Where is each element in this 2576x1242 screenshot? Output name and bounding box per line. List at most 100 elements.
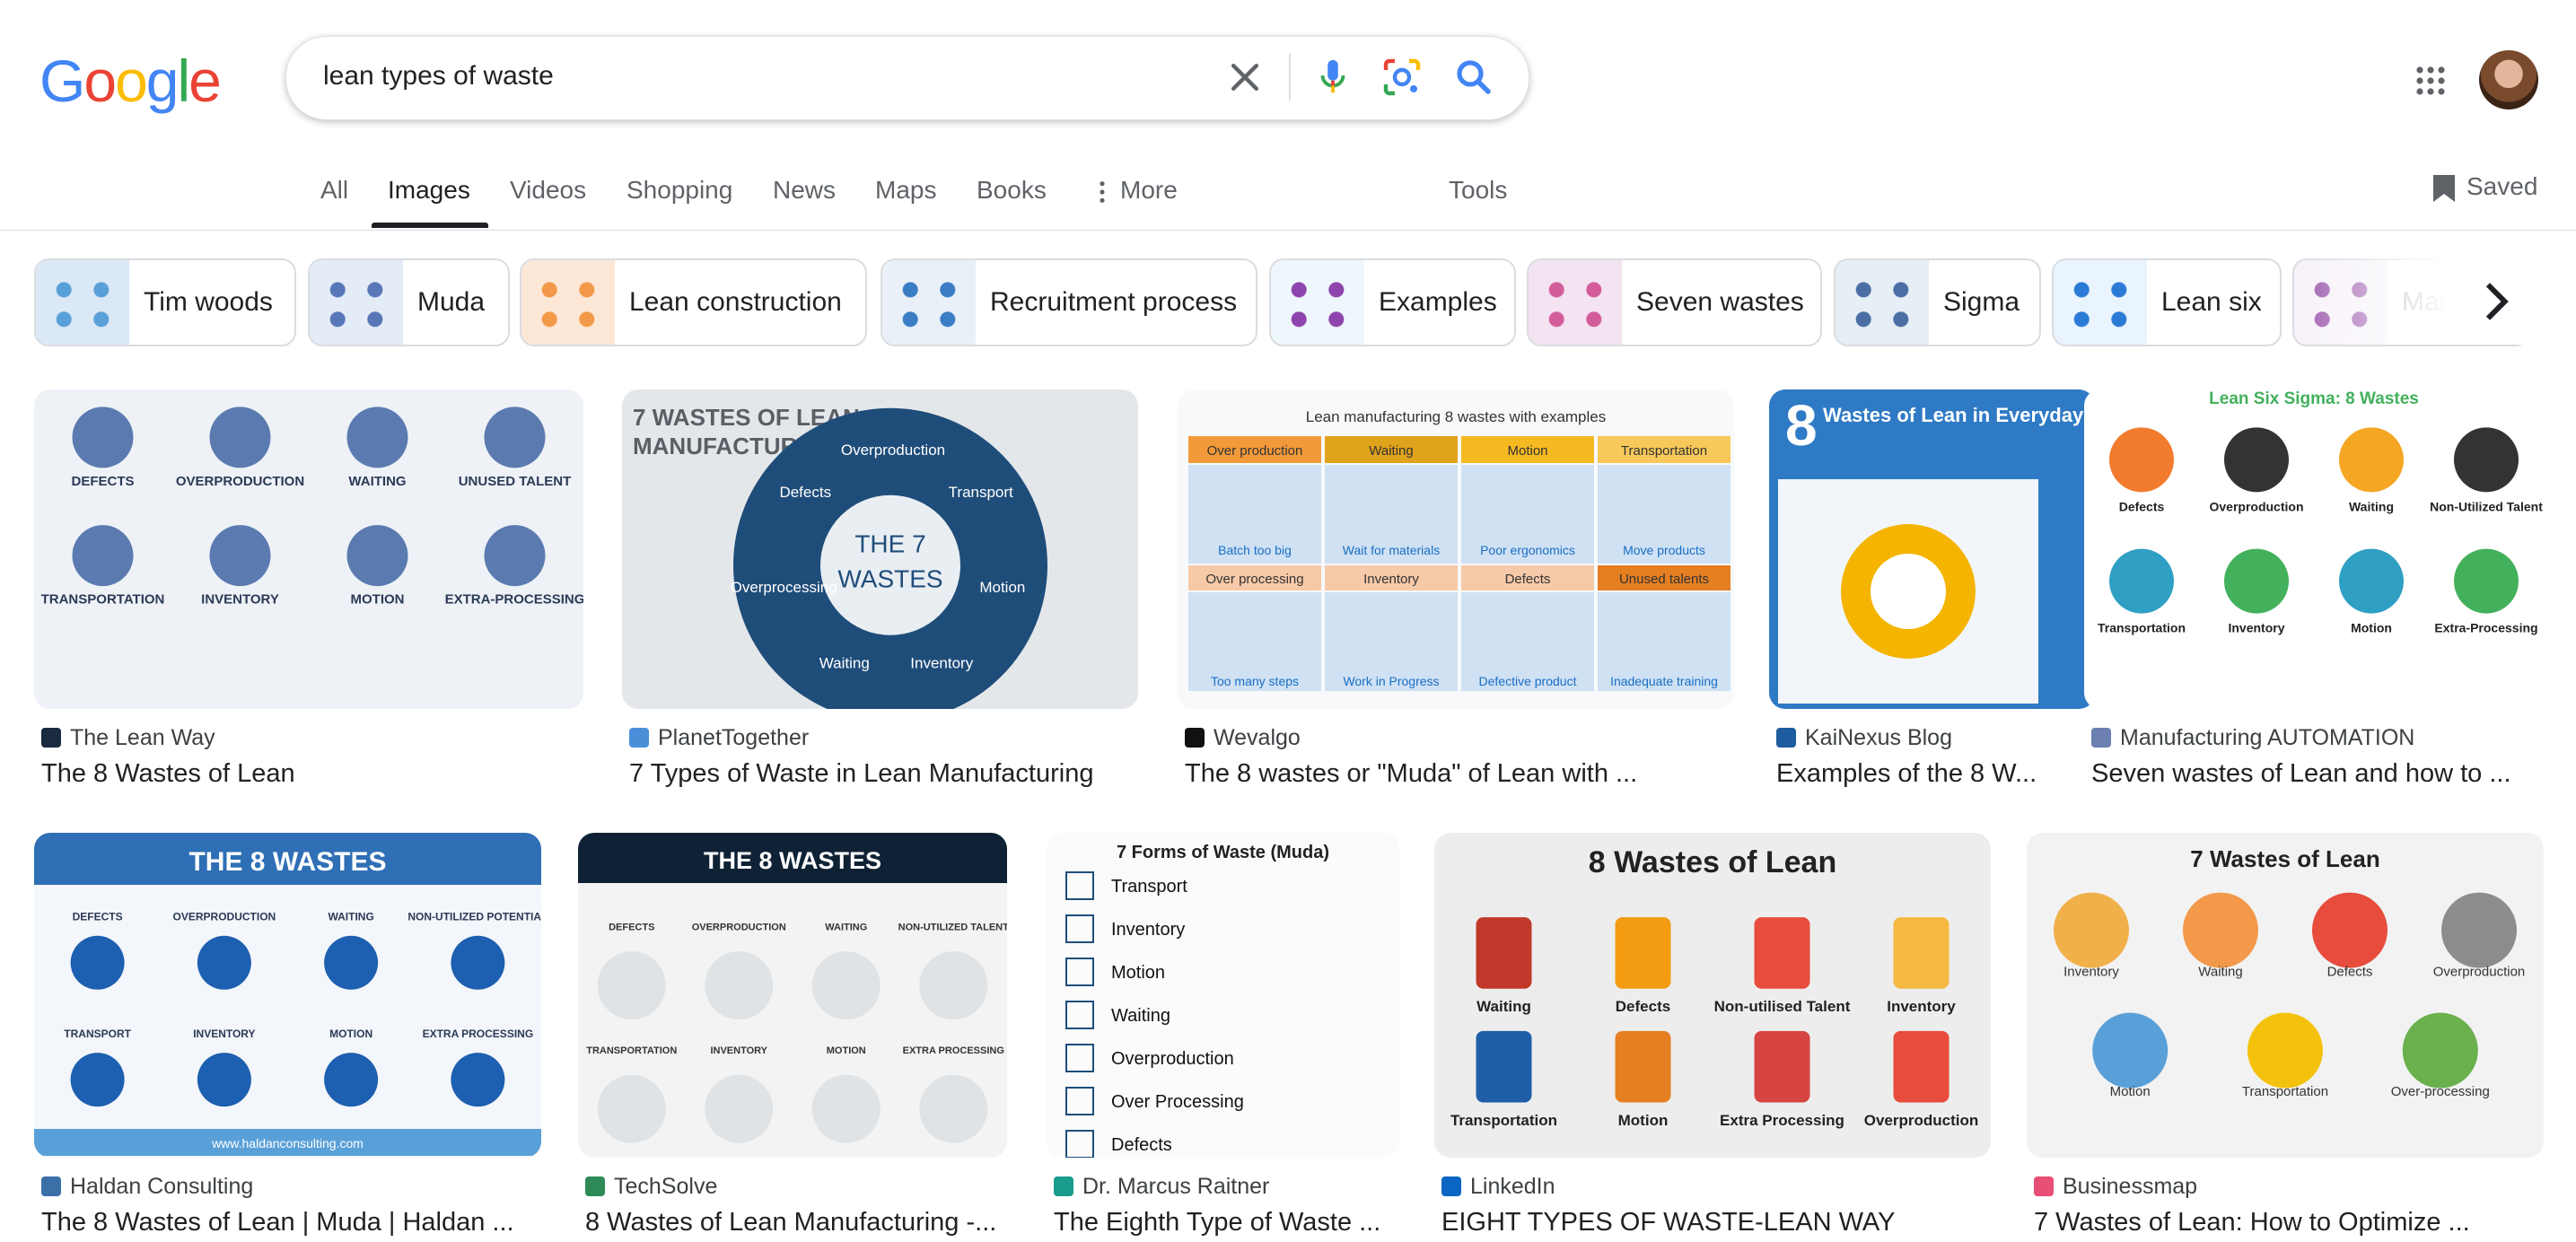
infographic-heading: THE 8 WASTES (188, 847, 386, 877)
google-logo[interactable]: Google (39, 47, 222, 115)
result-thumbnail[interactable]: 8 Wastes of Lean Waiting Defects Non-utilis… (1434, 833, 1991, 1158)
tab-maps[interactable]: Maps (875, 176, 936, 205)
related-search-chip[interactable]: Lean construction (520, 258, 867, 346)
tab-all[interactable]: All (320, 176, 348, 205)
more-vert-icon[interactable] (1097, 179, 1108, 205)
search-icon[interactable] (1452, 56, 1495, 99)
infographic-label: INVENTORY (201, 592, 279, 608)
source-name: The Lean Way (70, 725, 215, 750)
source-name: Dr. Marcus Raitner (1082, 1174, 1270, 1199)
logo-letter: g (145, 48, 180, 114)
infographic-label: Motion (979, 579, 1025, 596)
chip-thumbnail (2054, 260, 2147, 345)
infographic-example: Wait for materials (1343, 543, 1440, 557)
result-source[interactable]: LinkedIn (1441, 1174, 1555, 1200)
infographic-label: MOTION (329, 1028, 372, 1040)
search-input[interactable]: lean types of waste (323, 61, 554, 92)
result-thumbnail[interactable]: THE 8 WASTES DEFECTS OVERPRODUCTION WAITING… (578, 833, 1007, 1158)
related-search-chip[interactable]: Recruitment process (881, 258, 1257, 346)
infographic-label: Defects (1616, 998, 1670, 1015)
infographic-label: Defects (2119, 499, 2165, 513)
infographic-row: Over Processing (1111, 1092, 1244, 1112)
result-title[interactable]: 7 Types of Waste in Lean Manufacturing (629, 759, 1093, 789)
result-title[interactable]: Examples of the 8 W... (1776, 759, 2037, 789)
thumbnail-graphic: 7 Forms of Waste (Muda) Transport Inventor… (1047, 833, 1399, 1158)
tab-images[interactable]: Images (388, 176, 470, 205)
result-thumbnail[interactable]: 7 Wastes of Lean Inventory Waiting Defects O… (2027, 833, 2544, 1158)
infographic-label: Overproduction (2209, 499, 2303, 513)
related-search-chip[interactable]: Muda (308, 258, 510, 346)
google-lens-icon[interactable] (1380, 56, 1424, 99)
infographic-label: Inventory (910, 655, 973, 672)
infographic-label: Over production (1207, 443, 1303, 459)
account-avatar[interactable] (2479, 50, 2538, 109)
result-thumbnail[interactable]: 8 Wastes of Lean in Everyday Life (1769, 389, 2095, 709)
result-title[interactable]: 7 Wastes of Lean: How to Optimize ... (2034, 1208, 2470, 1238)
infographic-label: MOTION (827, 1045, 866, 1056)
clear-icon[interactable] (1225, 57, 1265, 97)
infographic-label: Over-processing (2391, 1084, 2490, 1099)
result-source[interactable]: Manufacturing AUTOMATION (2091, 725, 2414, 751)
infographic-label: Overproduction (841, 442, 945, 459)
tab-news[interactable]: News (773, 176, 836, 205)
related-search-chip[interactable]: Lean six (2052, 258, 2282, 346)
related-search-chip[interactable]: Seven wastes (1527, 258, 1822, 346)
chips-fade (2298, 258, 2576, 345)
result-source[interactable]: Wevalgo (1185, 725, 1301, 751)
result-title[interactable]: The 8 Wastes of Lean (41, 759, 295, 789)
infographic-label: Motion (2110, 1084, 2151, 1099)
result-source[interactable]: TechSolve (585, 1174, 717, 1200)
search-divider (1289, 54, 1291, 101)
source-favicon-icon (629, 728, 649, 748)
related-search-chip[interactable]: Examples (1269, 258, 1516, 346)
result-title[interactable]: The 8 Wastes of Lean | Muda | Haldan ... (41, 1208, 514, 1238)
source-name: TechSolve (614, 1174, 718, 1199)
google-apps-icon[interactable] (2414, 65, 2447, 97)
thumbnail-graphic: THE 8 WASTES DEFECTS OVERPRODUCTION WAITING… (578, 833, 1007, 1158)
result-thumbnail[interactable]: DEFECTS OVERPRODUCTION WAITING UNUSED TALEN… (34, 389, 583, 709)
related-search-chip[interactable]: Sigma (1834, 258, 2041, 346)
tab-shopping[interactable]: Shopping (626, 176, 732, 205)
result-source[interactable]: Haldan Consulting (41, 1174, 253, 1200)
chip-label: Lean construction (629, 287, 842, 317)
result-source[interactable]: Businessmap (2034, 1174, 2197, 1200)
result-source[interactable]: KaiNexus Blog (1776, 725, 1952, 751)
logo-letter: o (115, 48, 148, 114)
result-source[interactable]: PlanetTogether (629, 725, 809, 751)
result-thumbnail[interactable]: Lean manufacturing 8 wastes with example… (1178, 389, 1734, 709)
infographic-label: Transportation (2098, 621, 2186, 635)
infographic-label: EXTRA-PROCESSING (445, 592, 583, 608)
tab-videos[interactable]: Videos (510, 176, 586, 205)
chip-label: Recruitment process (990, 287, 1238, 317)
tab-books[interactable]: Books (977, 176, 1047, 205)
related-search-chip[interactable]: Tim woods (34, 258, 296, 346)
source-favicon-icon (41, 728, 61, 748)
infographic-label: NON-UTILIZED TALENT (898, 923, 1007, 933)
result-thumbnail[interactable]: Lean Six Sigma: 8 Wastes Defects Overprodu… (2084, 389, 2544, 709)
tools-button[interactable]: Tools (1449, 176, 1507, 205)
chevron-right-icon[interactable] (2466, 273, 2524, 330)
thumbnail-graphic: DEFECTS OVERPRODUCTION WAITING UNUSED TALEN… (34, 389, 583, 709)
logo-letter: G (39, 48, 85, 114)
infographic-label: Defects (1505, 572, 1551, 587)
saved-link[interactable]: Saved (2466, 172, 2537, 201)
infographic-label: Waiting (1369, 443, 1413, 459)
result-title[interactable]: Seven wastes of Lean and how to ... (2091, 759, 2511, 789)
bookmark-icon[interactable] (2431, 172, 2458, 205)
result-thumbnail[interactable]: THE 8 WASTES www.haldanconsulting.com DEF… (34, 833, 541, 1158)
result-title[interactable]: The 8 wastes or "Muda" of Lean with ... (1185, 759, 1637, 789)
result-source[interactable]: Dr. Marcus Raitner (1054, 1174, 1269, 1200)
result-source[interactable]: The Lean Way (41, 725, 215, 751)
thumbnail-graphic: THE 8 WASTES www.haldanconsulting.com DEF… (34, 833, 541, 1158)
chip-thumbnail (1836, 260, 1929, 345)
infographic-heading: Wastes of Lean in Everyday Life (1823, 404, 2095, 426)
tab-more[interactable]: More (1120, 176, 1178, 205)
result-title[interactable]: EIGHT TYPES OF WASTE-LEAN WAY (1441, 1208, 1895, 1238)
infographic-label: UNUSED TALENT (459, 474, 572, 489)
source-name: Wevalgo (1214, 725, 1301, 750)
result-thumbnail[interactable]: 7 Forms of Waste (Muda) Transport Inventor… (1047, 833, 1399, 1158)
result-title[interactable]: The Eighth Type of Waste ... (1054, 1208, 1380, 1238)
result-title[interactable]: 8 Wastes of Lean Manufacturing -... (585, 1208, 996, 1238)
microphone-icon[interactable] (1312, 56, 1354, 99)
result-thumbnail[interactable]: 7 WASTES OF LEAN MANUFACTURING THE 7 WAS… (622, 389, 1138, 709)
